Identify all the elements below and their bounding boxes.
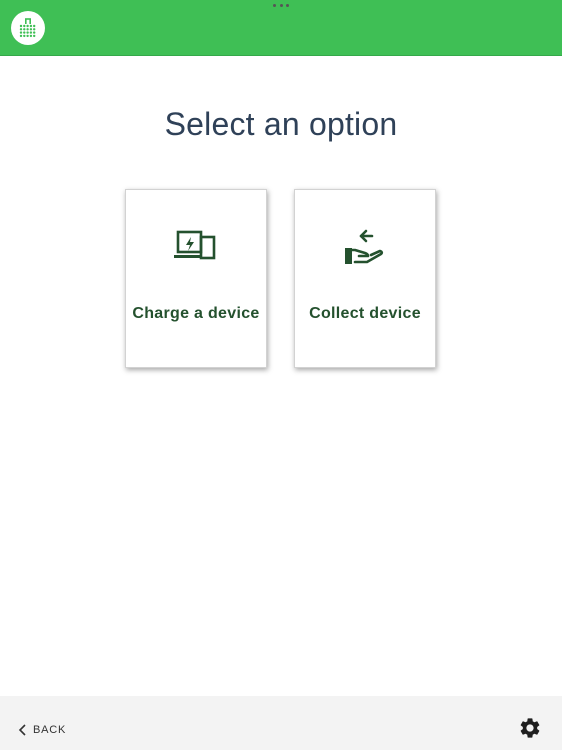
gear-icon[interactable] [518, 716, 542, 740]
chevron-left-icon [18, 724, 26, 736]
hand-collect-icon [345, 229, 384, 264]
footer-bar: BACK [0, 696, 562, 750]
page-title: Select an option [164, 106, 398, 142]
collect-device-label: Collect device [309, 305, 421, 322]
more-dots-icon[interactable] [273, 4, 289, 8]
device-charging-icon [174, 230, 216, 260]
shopping-bag-icon [11, 11, 45, 45]
back-button[interactable]: BACK [18, 722, 66, 738]
app-header [0, 0, 562, 56]
collect-device-button[interactable]: Collect device [294, 189, 436, 368]
back-label: BACK [33, 724, 67, 736]
charge-device-button[interactable]: Charge a device [125, 189, 267, 368]
charge-device-label: Charge a device [132, 305, 260, 322]
